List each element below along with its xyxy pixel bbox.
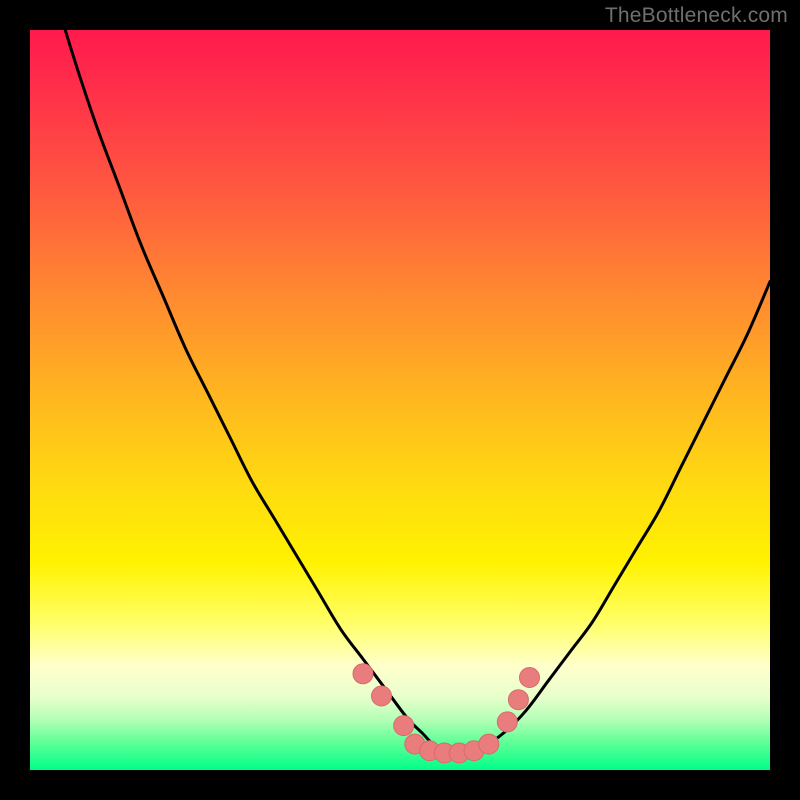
curve-marker: [520, 668, 540, 688]
curve-marker: [394, 716, 414, 736]
curve-marker: [497, 712, 517, 732]
bottleneck-curve: [30, 0, 770, 753]
curve-marker: [353, 664, 373, 684]
curve-layer: [30, 30, 770, 770]
plot-area: [30, 30, 770, 770]
watermark-text: TheBottleneck.com: [605, 4, 788, 28]
chart-frame: TheBottleneck.com: [0, 0, 800, 800]
curve-marker: [372, 686, 392, 706]
curve-marker: [479, 734, 499, 754]
marker-group: [353, 664, 540, 763]
curve-marker: [508, 690, 528, 710]
